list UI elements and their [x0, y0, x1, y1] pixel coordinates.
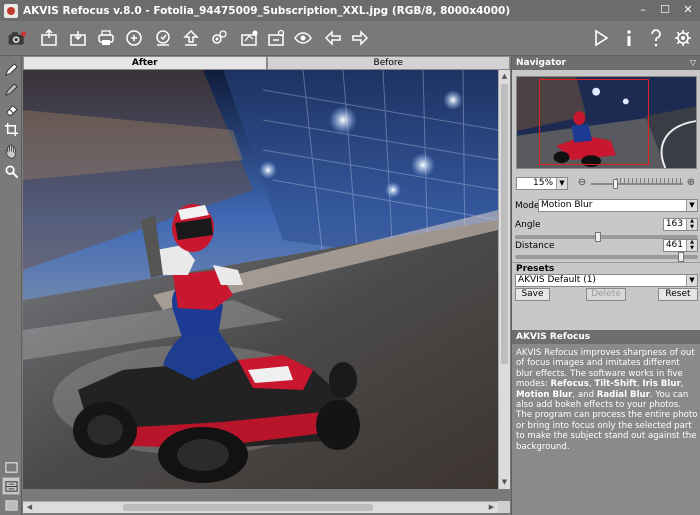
window-title: AKVIS Refocus v.8.0 - Fotolia_94475009_S…	[23, 4, 511, 17]
distance-label: Distance	[515, 241, 555, 251]
angle-row: Angle 163 ▲ ▼	[515, 218, 698, 232]
hand-icon[interactable]	[2, 142, 20, 160]
scroll-corner	[498, 501, 510, 513]
scroll-left-arrow-icon[interactable]: ◀	[24, 502, 35, 513]
navigator-view-rect[interactable]	[539, 79, 649, 165]
tools-panel	[0, 56, 22, 515]
mode-name-motion-blur: Motion Blur	[516, 389, 573, 400]
navigator-preview[interactable]	[516, 76, 697, 169]
info-icon[interactable]	[618, 27, 640, 49]
zoom-slider-thumb[interactable]	[613, 179, 618, 189]
kart-photo	[23, 70, 498, 489]
camera-icon[interactable]	[4, 27, 30, 49]
minimize-button[interactable]: –	[632, 0, 654, 18]
zoom-slider-track[interactable]	[591, 183, 683, 185]
vertical-scroll-thumb[interactable]	[501, 84, 508, 364]
import-icon[interactable]	[180, 27, 202, 49]
horizontal-scroll-thumb[interactable]	[123, 504, 373, 511]
share-icon[interactable]	[238, 27, 260, 49]
dropdown-arrow-icon[interactable]: ▼	[556, 178, 567, 189]
zoom-value: 15%	[533, 178, 554, 188]
angle-label: Angle	[515, 220, 541, 230]
scroll-right-arrow-icon[interactable]: ▶	[486, 502, 497, 513]
view-mode-split-icon[interactable]	[2, 477, 20, 495]
zoom-slider-ticks	[616, 178, 681, 183]
mode-name-iris-blur: Iris Blur	[642, 379, 681, 390]
horizontal-scrollbar[interactable]: ◀ ▶	[23, 501, 498, 513]
help-panel: AKVIS Refocus AKVIS Refocus improves sha…	[512, 330, 700, 515]
angle-spinner-icon[interactable]: ▲ ▼	[686, 218, 697, 230]
focus-area-pencil-icon[interactable]	[2, 60, 20, 78]
mode-name-refocus: Refocus	[550, 379, 589, 390]
settings-icon[interactable]	[208, 27, 230, 49]
vertical-scrollbar[interactable]: ▲ ▼	[498, 70, 510, 489]
presets-header: Presets	[512, 262, 700, 274]
scroll-down-arrow-icon[interactable]: ▼	[499, 477, 510, 488]
zoom-in-icon[interactable]: ⊕	[685, 177, 697, 189]
tab-before[interactable]: Before	[266, 56, 510, 70]
mode-name-radial-blur: Radial Blur	[596, 389, 650, 400]
canvas-bottom-strip	[23, 489, 510, 501]
reset-preset-button[interactable]: Reset	[658, 288, 698, 301]
mode-select[interactable]: Motion Blur ▼	[538, 199, 698, 212]
maximize-button[interactable]: ☐	[654, 0, 676, 18]
open-icon[interactable]	[38, 27, 60, 49]
settings-panel: Navigator ▽ 15% ▼ ⊖ ⊕ Mode: Motion Blur …	[511, 56, 700, 515]
eraser-icon[interactable]	[2, 100, 20, 118]
distance-input[interactable]: 461 ▲ ▼	[663, 239, 698, 252]
zoom-out-icon[interactable]: ⊖	[576, 177, 588, 189]
save-icon[interactable]	[67, 27, 89, 49]
before-after-icon[interactable]	[292, 27, 314, 49]
zoom-icon[interactable]	[2, 162, 20, 180]
collapse-chevron-icon[interactable]: ▽	[690, 56, 696, 70]
redo-icon[interactable]	[349, 27, 371, 49]
run-icon[interactable]	[590, 27, 612, 49]
help-icon[interactable]	[645, 27, 667, 49]
mode-name-tilt-shift: Tilt-Shift	[594, 379, 637, 390]
help-sep: ,	[680, 379, 684, 390]
preferences-icon[interactable]	[672, 27, 694, 49]
crop-icon[interactable]	[2, 120, 20, 138]
distance-slider[interactable]	[515, 252, 698, 262]
undo-icon[interactable]	[322, 27, 344, 49]
help-sep: , and	[572, 389, 597, 400]
background-pencil-icon[interactable]	[2, 80, 20, 98]
dropdown-arrow-icon[interactable]: ▼	[686, 275, 697, 286]
distance-spinner-icon[interactable]: ▲ ▼	[686, 239, 697, 251]
help-title: AKVIS Refocus	[512, 330, 700, 344]
presets-title: Presets	[516, 264, 555, 274]
dropdown-arrow-icon[interactable]: ▼	[686, 200, 697, 211]
view-mode-tabs-icon[interactable]	[2, 496, 20, 514]
image-canvas[interactable]	[23, 70, 498, 489]
main-toolbar	[0, 21, 700, 56]
export-icon[interactable]	[152, 27, 174, 49]
view-mode-single-icon[interactable]	[2, 458, 20, 476]
preview-icon[interactable]	[265, 27, 287, 49]
batch-icon[interactable]	[123, 27, 145, 49]
angle-input[interactable]: 163 ▲ ▼	[663, 218, 698, 231]
window-controls: – ☐ ✕	[632, 0, 700, 18]
distance-row: Distance 461 ▲ ▼	[515, 239, 698, 253]
angle-value: 163	[665, 219, 683, 229]
distance-slider-thumb[interactable]	[678, 252, 684, 262]
zoom-row: 15% ▼ ⊖ ⊕	[516, 177, 697, 191]
delete-preset-button[interactable]: Delete	[586, 288, 626, 301]
view-tabs: After Before	[23, 56, 510, 70]
mode-row: Mode: Motion Blur ▼	[515, 199, 698, 213]
save-preset-button[interactable]: Save	[515, 288, 550, 301]
zoom-select[interactable]: 15% ▼	[516, 177, 568, 190]
preset-select[interactable]: AKVIS Default (1) ▼	[515, 274, 698, 287]
help-text: AKVIS Refocus improves sharpness of out …	[516, 348, 699, 452]
navigator-title: Navigator	[516, 58, 566, 68]
scroll-up-arrow-icon[interactable]: ▲	[499, 71, 510, 82]
preset-value: AKVIS Default (1)	[518, 275, 596, 285]
print-icon[interactable]	[95, 27, 117, 49]
mode-value: Motion Blur	[541, 200, 593, 210]
distance-value: 461	[665, 240, 683, 250]
app-icon	[4, 3, 18, 18]
title-bar: AKVIS Refocus v.8.0 - Fotolia_94475009_S…	[0, 0, 700, 21]
tab-after[interactable]: After	[23, 56, 267, 70]
navigator-header[interactable]: Navigator ▽	[512, 56, 700, 70]
close-button[interactable]: ✕	[676, 0, 700, 18]
